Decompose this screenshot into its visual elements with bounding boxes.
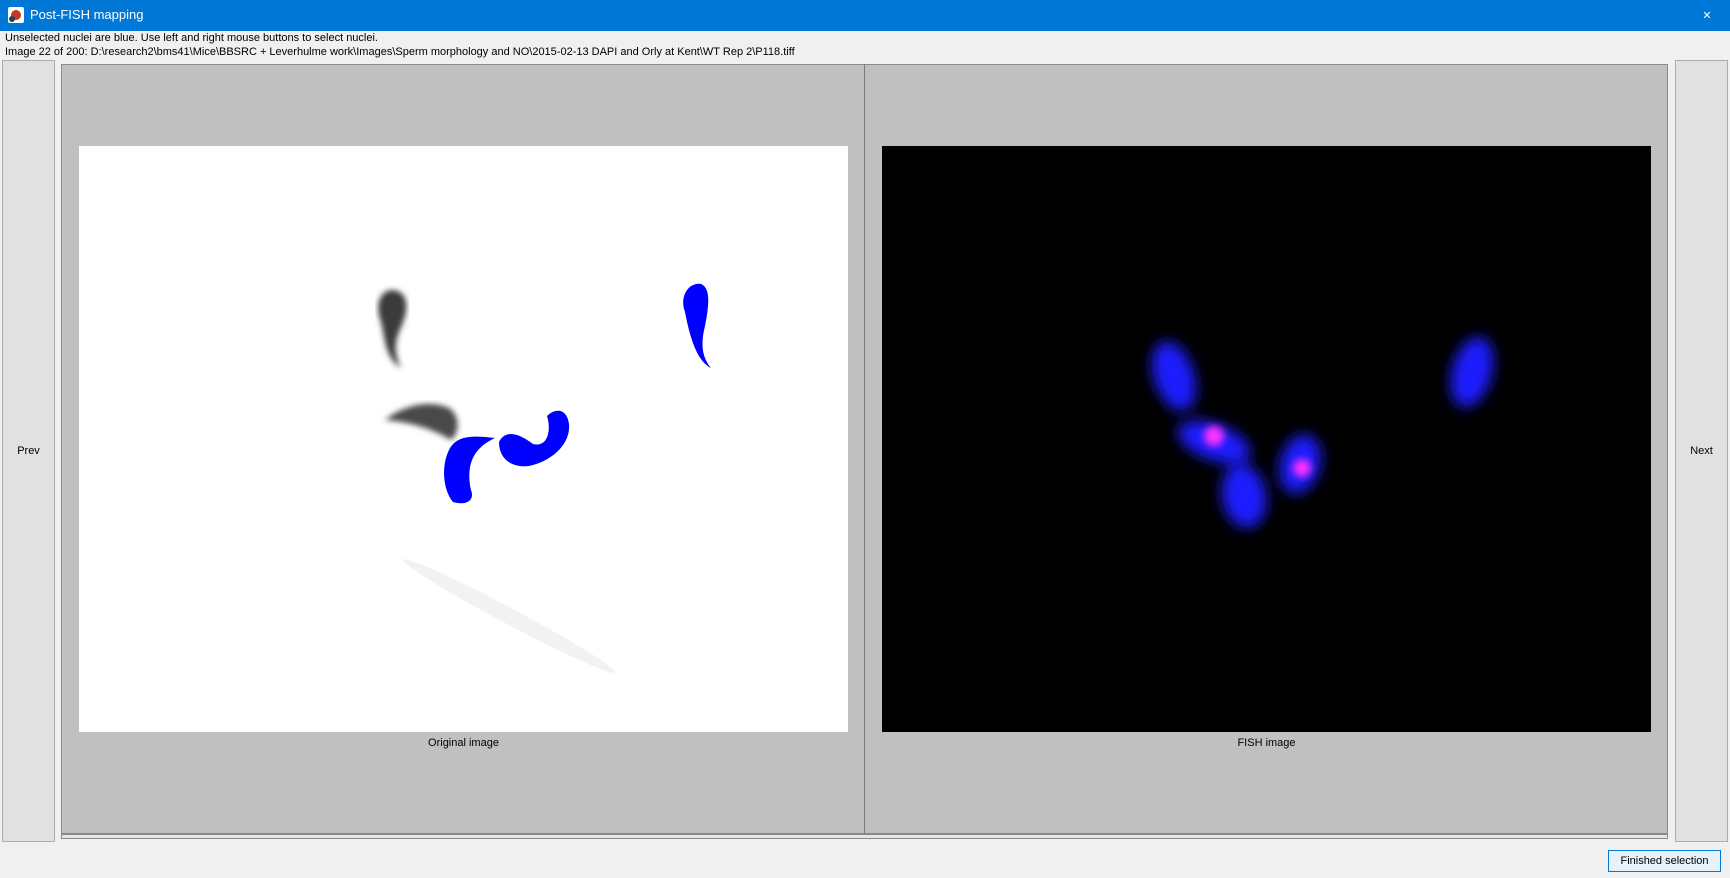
panel-divider [864, 64, 865, 834]
close-icon[interactable]: ✕ [1684, 0, 1730, 31]
finished-selection-button[interactable]: Finished selection [1608, 850, 1721, 872]
blue-nucleus-3[interactable] [444, 436, 495, 504]
image-status-text: Image 22 of 200: D:\research2\bms41\Mice… [5, 46, 795, 58]
next-button[interactable]: Next [1675, 60, 1728, 842]
original-image-caption: Original image [428, 737, 499, 749]
fish-nucleus-1[interactable] [1144, 336, 1204, 417]
fish-image-caption: FISH image [1237, 737, 1296, 749]
horizontal-scrollbar[interactable] [61, 834, 1668, 839]
instructions-text: Unselected nuclei are blue. Use left and… [5, 32, 378, 44]
original-image[interactable] [79, 146, 848, 732]
fish-image[interactable] [882, 146, 1651, 732]
grey-nucleus-1[interactable] [378, 290, 407, 368]
fish-nucleus-5[interactable] [1443, 332, 1500, 412]
app-icon [8, 7, 24, 23]
window-title: Post-FISH mapping [30, 7, 144, 22]
prev-button[interactable]: Prev [2, 60, 55, 842]
fish-signal-1 [1204, 426, 1224, 446]
blue-nucleus-1[interactable] [683, 283, 711, 368]
grey-nucleus-2[interactable] [385, 404, 458, 440]
blue-nucleus-2[interactable] [499, 410, 570, 467]
title-bar: Post-FISH mapping ✕ [0, 0, 1730, 31]
fish-nucleus-4[interactable] [1217, 461, 1271, 532]
fish-signal-2 [1293, 459, 1311, 477]
